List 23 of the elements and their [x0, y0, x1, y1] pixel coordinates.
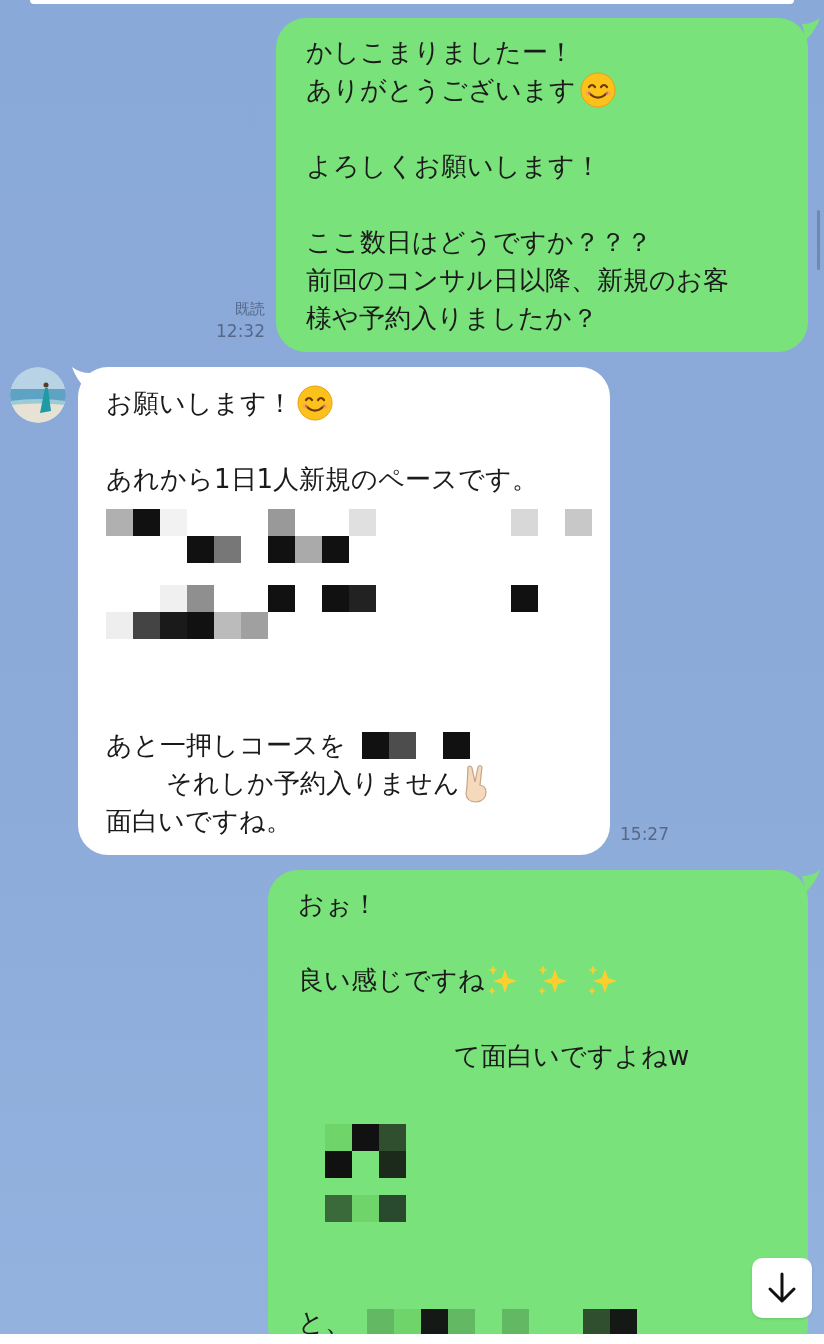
smiley-icon — [297, 385, 333, 421]
message-text: あと一押しコースを — [106, 728, 346, 762]
message-text: ありがとうございます — [306, 73, 576, 107]
message-text: お願いします！ — [106, 386, 293, 420]
message-text: 面白いですね。 — [106, 804, 292, 838]
message-time: 12:32 — [216, 320, 265, 342]
smiley-icon — [580, 72, 616, 108]
message-text: と、 — [298, 1305, 351, 1339]
message-text: て面白いですよねw — [454, 1039, 690, 1073]
message-text: 前回のコンサル日以降、新規のお客 — [306, 263, 729, 297]
message-text: よろしくお願いします！ — [306, 149, 601, 183]
arrow-down-icon — [767, 1272, 797, 1304]
message-text: 様や予約入りましたか？ — [306, 301, 598, 335]
message-text: あれから1日1人新規のペースです。 — [106, 462, 539, 496]
message-text: おぉ！ — [298, 887, 378, 921]
read-receipt: 既読 — [235, 299, 265, 320]
message-text: ここ数日はどうですか？？？ — [306, 225, 652, 259]
message-text: かしこまりましたー！ — [306, 35, 574, 69]
message-time: 15:27 — [620, 822, 669, 846]
scroll-down-button[interactable] — [752, 1258, 812, 1318]
message-text: 良い感じですね — [298, 963, 485, 997]
message-text: それしか予約入りません — [166, 766, 460, 800]
scrollbar — [817, 210, 820, 270]
